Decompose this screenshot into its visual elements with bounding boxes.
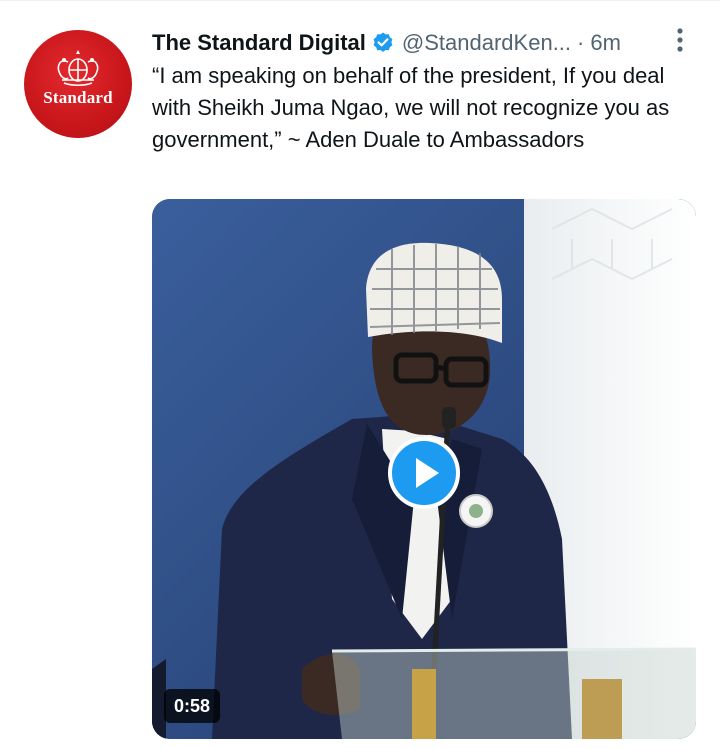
verified-badge-icon	[371, 31, 395, 55]
more-vertical-icon[interactable]	[666, 26, 694, 56]
avatar[interactable]: Standard	[24, 30, 132, 138]
user-handle[interactable]: @StandardKen...	[402, 30, 571, 56]
video-duration-badge: 0:58	[164, 689, 221, 723]
coat-of-arms-icon	[57, 50, 99, 87]
timestamp[interactable]: 6m	[590, 30, 621, 56]
top-divider	[0, 0, 720, 1]
avatar-logo-text: Standard	[43, 88, 113, 107]
separator-dot: ·	[577, 30, 585, 55]
tweet-header: The Standard Digital @StandardKen... · 6…	[152, 28, 621, 58]
play-button[interactable]	[388, 437, 460, 509]
tweet-text: “I am speaking on behalf of the presiden…	[152, 63, 670, 152]
video-thumbnail[interactable]: 0:58	[152, 199, 696, 739]
play-icon	[416, 458, 439, 488]
display-name[interactable]: The Standard Digital	[152, 30, 366, 56]
